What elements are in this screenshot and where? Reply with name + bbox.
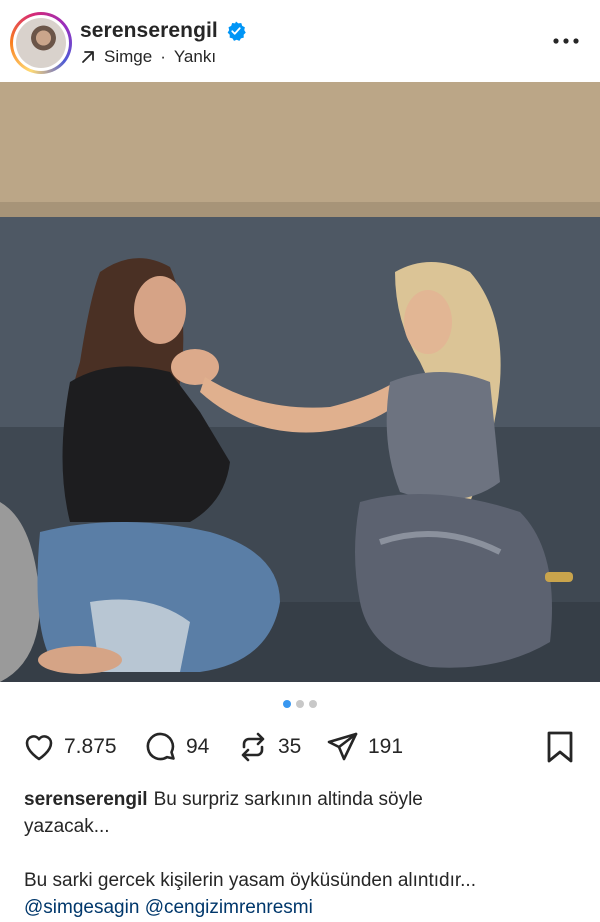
comment-bubble-icon bbox=[146, 732, 175, 761]
caption-text-2: yazacak... bbox=[24, 816, 110, 837]
mention-link[interactable]: @cengizimrenresmi bbox=[145, 897, 313, 918]
username-row: serenserengil bbox=[80, 19, 246, 43]
arrow-up-right-icon bbox=[82, 51, 94, 63]
music-attribution[interactable]: Simge · Yankı bbox=[80, 47, 216, 67]
heart-icon bbox=[25, 735, 53, 761]
music-separator: · bbox=[160, 47, 166, 66]
verified-badge-icon bbox=[227, 21, 246, 41]
caption-author[interactable]: serenserengil bbox=[24, 789, 148, 810]
post-header: serenserengil Simge · Yankı bbox=[0, 0, 600, 82]
caption-mentions: @simgesagin @cengizimrenresmi bbox=[24, 894, 584, 921]
mention-link[interactable]: @simgesagin bbox=[24, 897, 139, 918]
paper-plane-icon bbox=[327, 732, 358, 761]
like-count: 7.875 bbox=[64, 735, 117, 758]
music-artist: Simge bbox=[104, 47, 153, 66]
carousel-dot bbox=[309, 700, 317, 708]
story-ring[interactable] bbox=[10, 12, 72, 74]
post-caption: serenserengil Bu surpriz sarkının altinda… bbox=[24, 786, 584, 921]
avatar[interactable] bbox=[16, 18, 66, 68]
more-horizontal-icon[interactable] bbox=[552, 33, 580, 49]
repost-count: 35 bbox=[278, 735, 302, 758]
post-photo bbox=[0, 82, 600, 682]
caption-text-3: Bu sarki gercek kişilerin yasam öyküsünd… bbox=[24, 870, 476, 891]
share-action[interactable]: 191 bbox=[326, 730, 403, 764]
like-action[interactable]: 7.875 bbox=[22, 730, 117, 764]
carousel-dot bbox=[296, 700, 304, 708]
carousel-dot bbox=[283, 700, 291, 708]
repost-icon bbox=[241, 732, 265, 762]
caption-first-line: serenserengil Bu surpriz sarkının altinda… bbox=[24, 786, 584, 813]
repost-action[interactable]: 35 bbox=[236, 730, 301, 764]
share-count: 191 bbox=[368, 735, 404, 758]
music-title: Yankı bbox=[173, 47, 217, 66]
carousel-indicator bbox=[0, 700, 600, 708]
bookmark-icon[interactable] bbox=[544, 730, 576, 764]
action-bar: 7.875 94 35 191 bbox=[0, 730, 600, 766]
comment-count: 94 bbox=[186, 735, 210, 758]
caption-text-1: Bu surpriz sarkının altinda söyle bbox=[153, 789, 423, 810]
comment-action[interactable]: 94 bbox=[144, 730, 209, 764]
username[interactable]: serenserengil bbox=[80, 19, 218, 43]
post-media[interactable] bbox=[0, 82, 600, 682]
